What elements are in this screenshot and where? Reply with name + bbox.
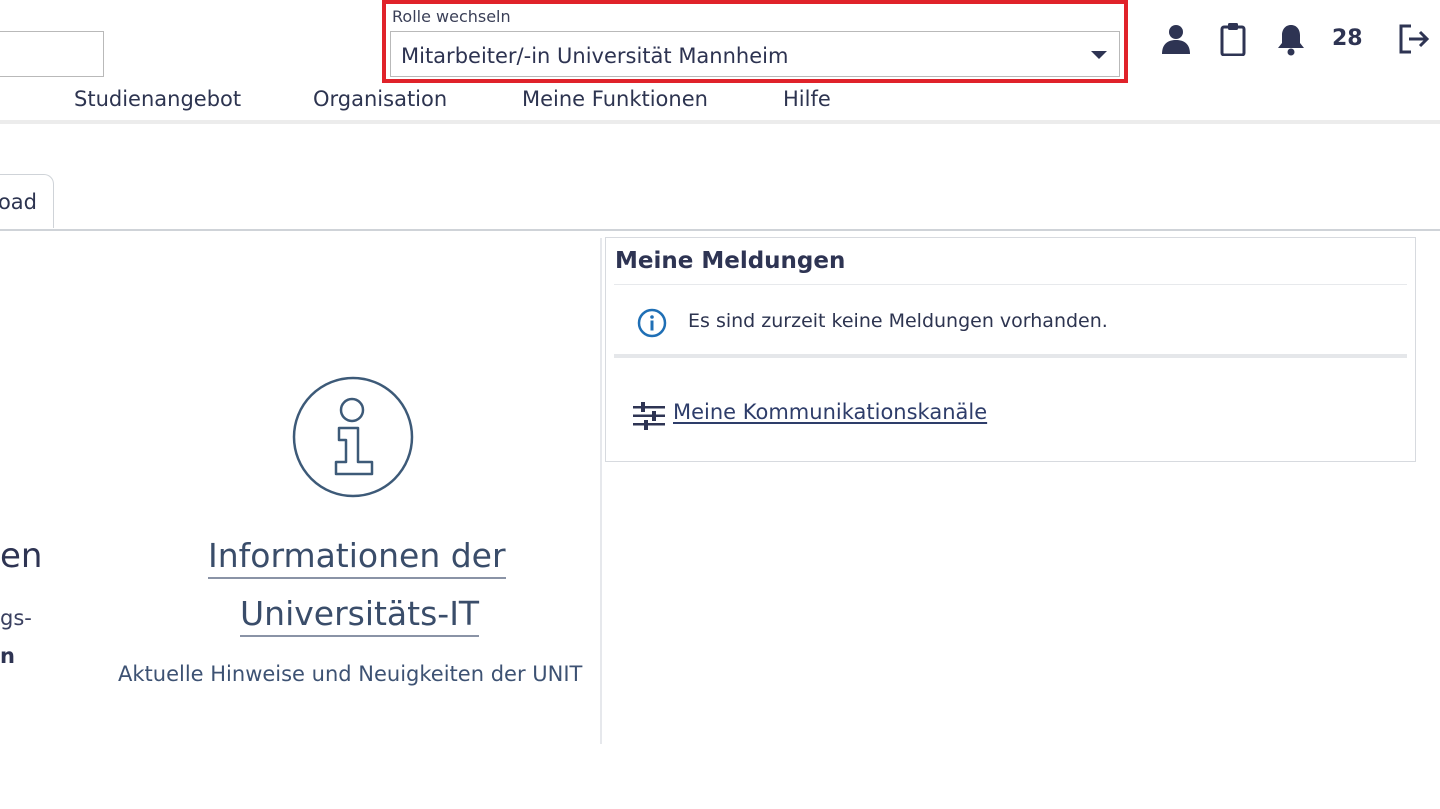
empty-messages-text: Es sind zurzeit keine Meldungen vorhande… [688,310,1108,332]
panel-divider [600,238,602,744]
sliders-icon[interactable] [633,402,665,430]
card-divider [614,284,1407,285]
nav-organisation[interactable]: Organisation [313,87,447,111]
search-input[interactable] [0,31,104,77]
notification-count[interactable]: 28 [1332,26,1363,51]
tile-heading-partial[interactable]: en [0,536,42,576]
tab-active[interactable]: oad [0,174,54,228]
it-info-title-line-1[interactable]: Informationen der [208,536,506,579]
it-info-subtitle: Aktuelle Hinweise und Neuigkeiten der UN… [118,662,583,686]
user-icon[interactable] [1159,22,1193,56]
header-divider [0,120,1440,124]
logout-icon[interactable] [1397,22,1431,56]
info-icon [292,376,414,498]
it-info-title-line-2[interactable]: Universitäts-IT [240,594,480,637]
messages-card: Meine Meldungen Es sind zurzeit keine Me… [605,237,1416,462]
role-select[interactable]: Mitarbeiter/-in Universität Mannheim [390,31,1120,77]
tile-text-partial: gs- [0,606,32,630]
role-select-value: Mitarbeiter/-in Universität Mannheim [401,44,789,68]
tab-divider [0,229,1440,231]
nav-meine-funktionen[interactable]: Meine Funktionen [522,87,708,111]
tab-label: oad [0,190,37,214]
nav-hilfe[interactable]: Hilfe [783,87,831,111]
info-icon [637,308,667,338]
bell-icon[interactable] [1274,22,1308,56]
card-divider [614,354,1407,358]
clipboard-icon[interactable] [1217,22,1251,56]
role-switch-label: Rolle wechseln [392,7,511,26]
tile-text-partial-bold: n [0,644,15,668]
nav-studienangebot[interactable]: Studienangebot [74,87,241,111]
communication-channels-link[interactable]: Meine Kommunikationskanäle [673,400,987,424]
chevron-down-icon [1091,51,1107,59]
messages-card-title: Meine Meldungen [615,248,846,274]
